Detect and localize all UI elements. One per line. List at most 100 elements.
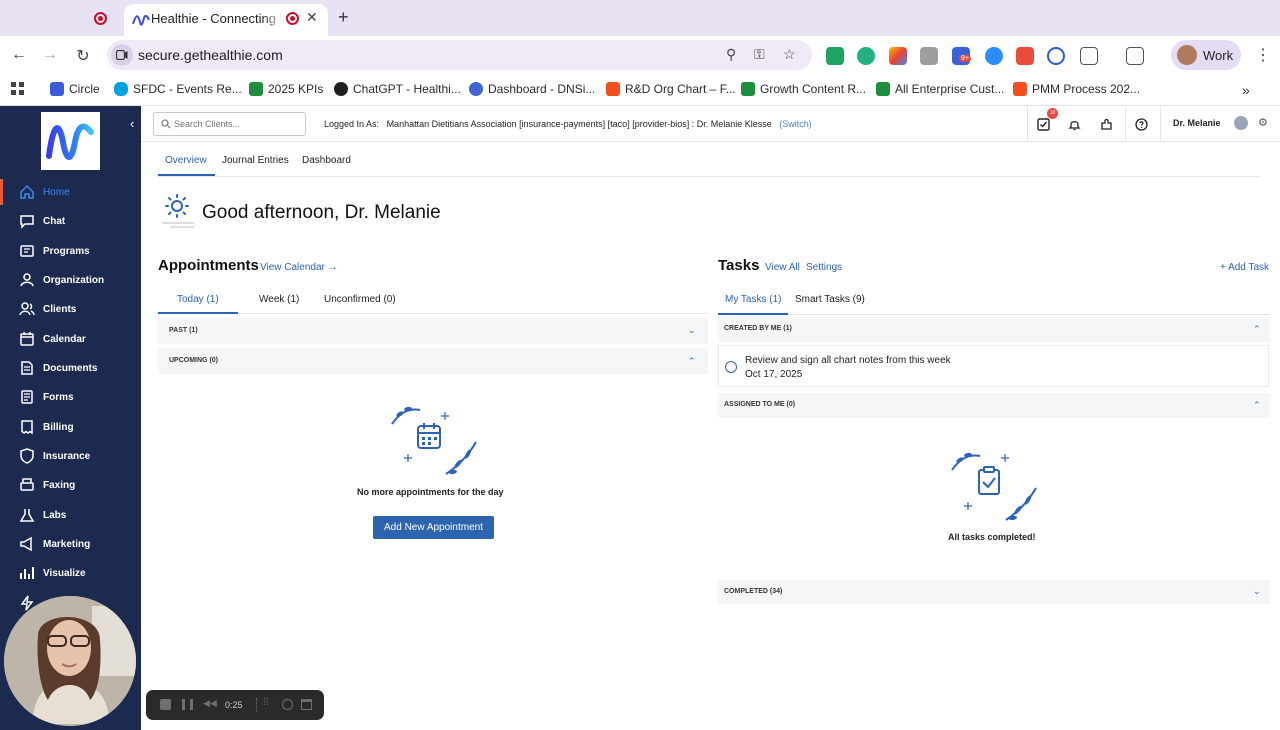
tab-week[interactable]: Week (1): [259, 294, 299, 305]
sidebar-item-clients[interactable]: Clients: [0, 296, 141, 322]
sidebar-item-marketing[interactable]: Marketing: [0, 531, 141, 557]
reload-button[interactable]: ↻: [73, 46, 93, 66]
password-key-icon[interactable]: ⚿: [754, 46, 765, 63]
cast-icon[interactable]: [1126, 47, 1144, 65]
search-clients-input[interactable]: [174, 116, 302, 132]
recording-icon: [286, 12, 299, 25]
task-item[interactable]: Review and sign all chart notes from thi…: [718, 345, 1269, 387]
tab-unconfirmed[interactable]: Unconfirmed (0): [324, 294, 396, 305]
bookmark-item[interactable]: PMM Process 202...: [1013, 82, 1140, 96]
organization-icon: [20, 273, 34, 287]
delete-recording-icon[interactable]: [301, 699, 312, 710]
tasks-button[interactable]: 10: [1027, 106, 1059, 142]
tab-dashboard[interactable]: Dashboard: [302, 155, 351, 166]
extension-notifications-icon[interactable]: 9+: [952, 47, 971, 65]
bookmarks-overflow-icon[interactable]: »: [1242, 82, 1250, 98]
extension-alert-icon[interactable]: [1016, 47, 1034, 65]
bookmark-item[interactable]: All Enterprise Cust...: [876, 82, 1004, 96]
user-name[interactable]: Dr. Melanie: [1173, 118, 1221, 128]
help-button[interactable]: [1125, 106, 1157, 142]
task-settings-link[interactable]: Settings: [806, 262, 842, 273]
extension-grammar-icon[interactable]: [826, 47, 844, 65]
tasks-complete-illustration: [951, 452, 1037, 521]
integrations-button[interactable]: [1090, 106, 1122, 142]
browser-menu-icon[interactable]: ⋮: [1255, 45, 1271, 65]
sidebar-item-calendar[interactable]: Calendar: [0, 326, 141, 352]
healthie-logo[interactable]: [41, 112, 100, 170]
sidebar-item-billing[interactable]: Billing: [0, 414, 141, 440]
user-avatar[interactable]: [1234, 116, 1248, 130]
chat-icon: [20, 215, 34, 229]
bookmark-item[interactable]: Growth Content R...: [741, 82, 866, 96]
bookmark-item[interactable]: Circle: [50, 82, 100, 96]
back-button[interactable]: ←: [9, 46, 29, 64]
sidebar-item-faxing[interactable]: Faxing: [0, 472, 141, 498]
profile-button[interactable]: Work: [1171, 40, 1241, 70]
chevron-down-icon[interactable]: ⌄: [688, 325, 696, 336]
upcoming-section[interactable]: UPCOMING (0) ⌃: [158, 348, 708, 374]
tab-overview[interactable]: Overview: [165, 155, 207, 166]
sidebar-item-programs[interactable]: Programs: [0, 238, 141, 264]
stop-recording-button[interactable]: [160, 699, 171, 710]
pause-recording-button[interactable]: [182, 699, 193, 710]
visualize-icon: [20, 567, 34, 579]
add-task-link[interactable]: + Add Task: [1220, 262, 1269, 273]
view-calendar-link[interactable]: View Calendar →: [260, 262, 338, 273]
rewind-icon[interactable]: ◀◀: [203, 698, 217, 709]
extension-drive-icon[interactable]: [889, 47, 907, 65]
task-date: Oct 17, 2025: [745, 369, 803, 380]
bookmark-item[interactable]: Dashboard - DNSi...: [469, 82, 595, 96]
sidebar-item-visualize[interactable]: Visualize: [0, 560, 141, 586]
chevron-down-icon[interactable]: ⌄: [1253, 586, 1261, 597]
sidebar-item-insurance[interactable]: Insurance: [0, 443, 141, 469]
forward-button[interactable]: →: [40, 46, 60, 64]
browser-tab-recording[interactable]: [0, 0, 122, 36]
empty-calendar-illustration: [391, 406, 477, 475]
completed-section[interactable]: COMPLETED (34) ⌄: [718, 580, 1270, 604]
new-tab-button[interactable]: +: [338, 7, 349, 28]
bookmark-item[interactable]: 2025 KPIs: [249, 82, 323, 96]
chevron-up-icon[interactable]: ⌃: [1253, 324, 1261, 335]
apps-grid-icon[interactable]: [11, 82, 24, 95]
site-info-icon[interactable]: [111, 44, 133, 66]
switch-account-link[interactable]: (Switch): [779, 119, 812, 129]
sidebar-item-labs[interactable]: Labs: [0, 502, 141, 528]
extensions-puzzle-icon[interactable]: [1080, 47, 1098, 65]
sidebar-item-chat[interactable]: Chat: [0, 208, 141, 234]
bookmark-item[interactable]: ChatGPT - Healthi...: [334, 82, 461, 96]
view-all-tasks-link[interactable]: View All: [765, 262, 800, 273]
sidebar-item-home[interactable]: Home: [0, 179, 141, 205]
extension-password-manager-icon[interactable]: [1047, 47, 1065, 65]
extension-zoom-icon[interactable]: [985, 47, 1003, 65]
chevron-up-icon[interactable]: ⌃: [688, 356, 696, 367]
chevron-up-icon[interactable]: ⌃: [1253, 400, 1261, 411]
tab-smart-tasks[interactable]: Smart Tasks (9): [795, 294, 865, 305]
client-search[interactable]: [153, 112, 306, 136]
collapse-sidebar-icon[interactable]: ‹: [130, 116, 134, 131]
bookmark-star-icon[interactable]: ☆: [783, 46, 796, 63]
bookmark-item[interactable]: SFDC - Events Re...: [114, 82, 242, 96]
settings-gear-icon[interactable]: ⚙: [1258, 116, 1268, 129]
assigned-to-me-section[interactable]: ASSIGNED TO ME (0) ⌃: [718, 393, 1270, 418]
notifications-button[interactable]: [1058, 106, 1090, 142]
tab-my-tasks[interactable]: My Tasks (1): [725, 294, 782, 305]
browser-tab-active[interactable]: Healthie - Connecting Pro ✕: [124, 4, 328, 36]
task-complete-radio[interactable]: [725, 361, 737, 373]
past-section[interactable]: PAST (1) ⌄: [158, 318, 708, 344]
restart-icon[interactable]: [282, 699, 293, 710]
extension-camera-icon[interactable]: [920, 47, 938, 65]
address-bar[interactable]: secure.gethealthie.com ⚲ ⚿ ☆: [107, 40, 812, 70]
move-handle-icon[interactable]: ⁞⁞: [263, 697, 274, 708]
add-new-appointment-button[interactable]: Add New Appointment: [373, 516, 494, 539]
tab-journal-entries[interactable]: Journal Entries: [222, 155, 289, 166]
sidebar-item-organization[interactable]: Organization: [0, 267, 141, 293]
app-topbar: Logged In As: Manhattan Dietitians Assoc…: [141, 106, 1280, 142]
bookmark-item[interactable]: R&D Org Chart – F...: [606, 82, 736, 96]
tab-today[interactable]: Today (1): [177, 294, 219, 305]
extension-chat-icon[interactable]: [857, 47, 875, 65]
created-by-me-section[interactable]: CREATED BY ME (1) ⌃: [718, 317, 1270, 342]
sidebar-item-forms[interactable]: Forms: [0, 384, 141, 410]
zoom-icon[interactable]: ⚲: [726, 46, 736, 63]
sidebar-item-documents[interactable]: Documents: [0, 355, 141, 381]
close-tab-icon[interactable]: ✕: [306, 9, 318, 26]
